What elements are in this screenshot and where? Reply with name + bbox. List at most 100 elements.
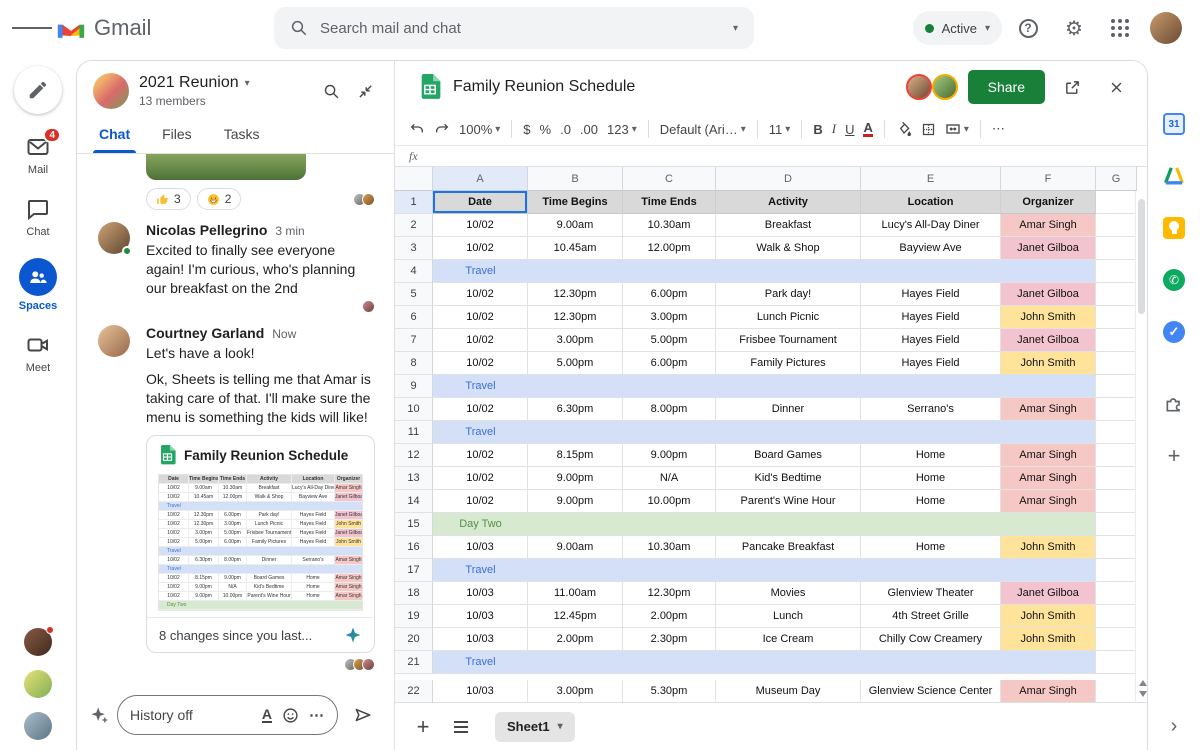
bold-button[interactable]: B <box>813 122 822 137</box>
cell-G[interactable] <box>1096 467 1137 490</box>
italic-button[interactable]: I <box>832 121 836 137</box>
collapse-panel-button[interactable] <box>348 74 382 108</box>
cell-B6[interactable]: 12.30pm <box>528 306 623 329</box>
gemini-sparkle-icon[interactable] <box>89 705 109 725</box>
cell-A18[interactable]: 10/03 <box>433 582 528 605</box>
cell-G[interactable] <box>1096 605 1137 628</box>
sender-avatar[interactable] <box>98 222 132 256</box>
cell-B13[interactable]: 9.00pm <box>528 467 623 490</box>
scroll-down-arrow-icon[interactable] <box>1139 691 1147 697</box>
row-number-12[interactable]: 12 <box>395 444 433 467</box>
drive-button[interactable] <box>1162 164 1186 188</box>
row-number-16[interactable]: 16 <box>395 536 433 559</box>
row-number-8[interactable]: 8 <box>395 352 433 375</box>
column-header-E[interactable]: E <box>861 167 1001 191</box>
cell-D22[interactable]: Museum Day <box>716 680 861 702</box>
cell-E3[interactable]: Bayview Ave <box>861 237 1001 260</box>
cell-G[interactable] <box>1096 536 1137 559</box>
cell-B12[interactable]: 8.15pm <box>528 444 623 467</box>
row-number-5[interactable]: 5 <box>395 283 433 306</box>
format-currency-button[interactable]: $ <box>523 122 530 137</box>
cell-F12[interactable]: Amar Singh <box>1001 444 1096 467</box>
cell-A19[interactable]: 10/03 <box>433 605 528 628</box>
scroll-up-arrow-icon[interactable] <box>1139 680 1147 686</box>
row-number-20[interactable]: 20 <box>395 628 433 651</box>
cell-D10[interactable]: Dinner <box>716 398 861 421</box>
cell-F16[interactable]: John Smith <box>1001 536 1096 559</box>
sender-avatar[interactable] <box>98 325 130 357</box>
merged-band-cell[interactable]: Travel <box>433 559 1096 582</box>
cell-A20[interactable]: 10/03 <box>433 628 528 651</box>
cell-D6[interactable]: Lunch Picnic <box>716 306 861 329</box>
cell-G[interactable] <box>1096 444 1137 467</box>
cell-A8[interactable]: 10/02 <box>433 352 528 375</box>
cell-D18[interactable]: Movies <box>716 582 861 605</box>
row-number-17[interactable]: 17 <box>395 559 433 582</box>
cell-F18[interactable]: Janet Gilboa <box>1001 582 1096 605</box>
increase-decimals-button[interactable]: .00 <box>580 122 598 137</box>
cell-C2[interactable]: 10.30am <box>623 214 716 237</box>
row-number-7[interactable]: 7 <box>395 329 433 352</box>
column-header-A[interactable]: A <box>433 167 528 191</box>
open-in-new-button[interactable] <box>1055 70 1089 104</box>
emoji-icon[interactable] <box>282 707 299 724</box>
recent-chat-avatar[interactable] <box>24 626 54 656</box>
cell-D16[interactable]: Pancake Breakfast <box>716 536 861 559</box>
cell-D20[interactable]: Ice Cream <box>716 628 861 651</box>
status-selector[interactable]: Active ▾ <box>912 11 1002 45</box>
row-number-21[interactable]: 21 <box>395 651 433 674</box>
row-number-15[interactable]: 15 <box>395 513 433 536</box>
cell-B1[interactable]: Time Begins <box>528 191 623 214</box>
space-avatar[interactable] <box>93 73 129 109</box>
cell-E5[interactable]: Hayes Field <box>861 283 1001 306</box>
cell-C13[interactable]: N/A <box>623 467 716 490</box>
row-number-18[interactable]: 18 <box>395 582 433 605</box>
row-number-19[interactable]: 19 <box>395 605 433 628</box>
all-sheets-button[interactable] <box>445 720 477 733</box>
cell-E1[interactable]: Location <box>861 191 1001 214</box>
tab-files[interactable]: Files <box>146 117 208 153</box>
addons-button[interactable] <box>1162 392 1186 416</box>
row-number-6[interactable]: 6 <box>395 306 433 329</box>
scrollbar-thumb[interactable] <box>1138 199 1145 314</box>
account-button[interactable] <box>1146 8 1186 48</box>
cell-D1[interactable]: Activity <box>716 191 861 214</box>
cell-A7[interactable]: 10/02 <box>433 329 528 352</box>
cell-F1[interactable]: Organizer <box>1001 191 1096 214</box>
redo-button[interactable] <box>434 121 450 137</box>
cell-A2[interactable]: 10/02 <box>433 214 528 237</box>
compose-button[interactable] <box>14 66 62 114</box>
cell-C7[interactable]: 5.00pm <box>623 329 716 352</box>
cell-D5[interactable]: Park day! <box>716 283 861 306</box>
cell-E20[interactable]: Chilly Cow Creamery <box>861 628 1001 651</box>
get-addons-button[interactable]: + <box>1162 443 1186 468</box>
cell-F19[interactable]: John Smith <box>1001 605 1096 628</box>
cell-E13[interactable]: Home <box>861 467 1001 490</box>
column-header-D[interactable]: D <box>716 167 861 191</box>
cell-E22[interactable]: Glenview Science Center <box>861 680 1001 702</box>
cell-F20[interactable]: John Smith <box>1001 628 1096 651</box>
select-all-corner[interactable] <box>395 167 433 191</box>
cell-A1[interactable]: Date <box>433 191 528 214</box>
format-percent-button[interactable]: % <box>540 122 552 137</box>
cell-D19[interactable]: Lunch <box>716 605 861 628</box>
undo-button[interactable] <box>409 121 425 137</box>
cell-C6[interactable]: 3.00pm <box>623 306 716 329</box>
cell-A22[interactable]: 10/03 <box>433 680 528 702</box>
row-number-4[interactable]: 4 <box>395 260 433 283</box>
cell-B7[interactable]: 3.00pm <box>528 329 623 352</box>
underline-button[interactable]: U <box>845 122 854 137</box>
merged-band-cell[interactable]: Day Two <box>433 513 1096 536</box>
cell-G[interactable] <box>1096 680 1137 702</box>
cell-C20[interactable]: 2.30pm <box>623 628 716 651</box>
cell-B16[interactable]: 9.00am <box>528 536 623 559</box>
cell-E2[interactable]: Lucy's All-Day Diner <box>861 214 1001 237</box>
cell-B5[interactable]: 12.30pm <box>528 283 623 306</box>
cell-E18[interactable]: Glenview Theater <box>861 582 1001 605</box>
sidebar-item-meet[interactable]: Meet <box>19 332 57 374</box>
sheet-tab-sheet1[interactable]: Sheet1 ▾ <box>495 711 575 742</box>
share-button[interactable]: Share <box>967 70 1045 104</box>
cell-B20[interactable]: 2.00pm <box>528 628 623 651</box>
font-size-selector[interactable]: 11 ▾ <box>769 122 791 137</box>
cell-G[interactable] <box>1096 283 1137 306</box>
